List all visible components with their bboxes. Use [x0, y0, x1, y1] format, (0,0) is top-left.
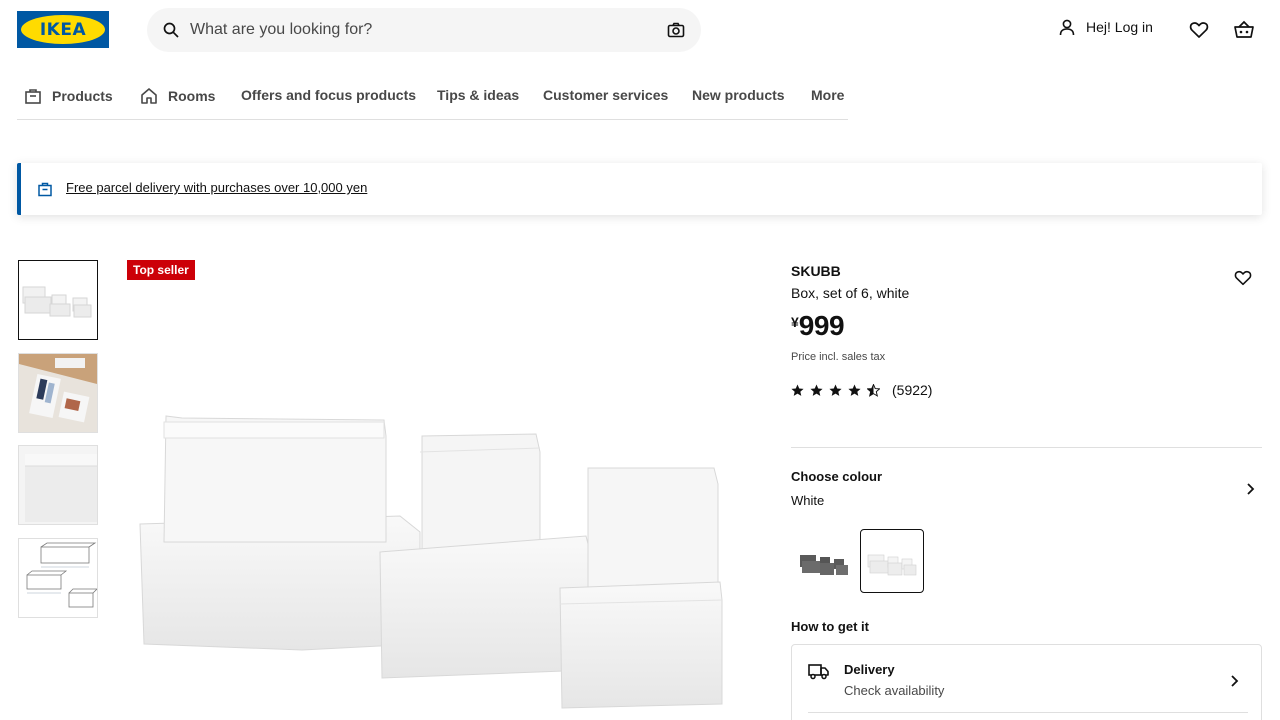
- nav-label-tips: Tips & ideas: [437, 87, 520, 103]
- product-description: Box, set of 6, white: [791, 285, 910, 301]
- search-icon: [163, 22, 179, 38]
- thumbnail-2[interactable]: [18, 353, 98, 433]
- nav-item-offers[interactable]: Offers and focus products: [241, 87, 416, 103]
- search-bar[interactable]: What are you looking for?: [147, 8, 701, 52]
- logo-text: IKEA: [39, 19, 87, 40]
- dark-grey-boxes-image: [800, 555, 848, 575]
- thumbnail-drawer-image: [19, 354, 97, 432]
- nav-label-new-products: New products: [692, 87, 785, 103]
- nav-item-more[interactable]: More: [811, 87, 844, 103]
- star-full-icon: [829, 384, 842, 396]
- thumbnail-closeup-image: [19, 446, 97, 524]
- ikea-logo[interactable]: IKEA: [17, 11, 109, 48]
- nav-label-offers: Offers and focus products: [241, 87, 417, 103]
- star-half-icon: [867, 383, 880, 397]
- login-label: Hej! Log in: [1086, 19, 1153, 35]
- logo-oval: IKEA: [21, 15, 105, 44]
- price-note: Price incl. sales tax: [791, 351, 886, 363]
- truck-icon: [808, 664, 829, 680]
- delivery-title: Delivery: [844, 662, 895, 677]
- nav-label-products: Products: [52, 88, 113, 104]
- nav-label-more: More: [811, 87, 845, 103]
- colour-title: Choose colour: [791, 469, 883, 484]
- price-currency: ¥: [791, 314, 799, 330]
- user-icon: [1059, 19, 1075, 36]
- chevron-right-icon[interactable]: [1227, 674, 1241, 688]
- search-input[interactable]: What are you looking for?: [190, 21, 372, 39]
- thumbnail-1[interactable]: [18, 260, 98, 340]
- login-link[interactable]: Hej! Log in: [1058, 18, 1153, 36]
- thumbnail-3[interactable]: [18, 445, 98, 525]
- white-boxes-image: [867, 554, 917, 576]
- rating-stars[interactable]: (5922): [791, 382, 932, 398]
- nav-item-customer-services[interactable]: Customer services: [543, 87, 668, 103]
- nav-item-rooms[interactable]: Rooms: [140, 87, 215, 105]
- nav-item-products[interactable]: Products: [24, 87, 113, 105]
- thumbnail-dimensions-image: [26, 542, 97, 608]
- delivery-divider: [808, 712, 1248, 713]
- product-name: SKUBB: [791, 263, 841, 279]
- how-to-get-it-title: How to get it: [791, 619, 869, 634]
- colour-selected: White: [791, 493, 825, 508]
- wishlist-heart-icon[interactable]: [1189, 20, 1209, 40]
- banner-link[interactable]: Free parcel delivery with purchases over…: [66, 180, 367, 195]
- cart-icon[interactable]: [1233, 19, 1255, 41]
- house-icon: [141, 88, 157, 104]
- nav-item-new-products[interactable]: New products: [692, 87, 785, 103]
- favourite-heart-icon[interactable]: [1234, 269, 1252, 287]
- delivery-subtitle: Check availability: [844, 683, 945, 698]
- price-amount: 999: [798, 310, 845, 341]
- shopping-bag-icon: [25, 89, 41, 104]
- nav-label-rooms: Rooms: [168, 88, 216, 104]
- camera-icon[interactable]: [667, 21, 685, 39]
- star-full-icon: [810, 384, 823, 396]
- nav-item-tips[interactable]: Tips & ideas: [437, 87, 519, 103]
- shopping-bag-icon: [38, 182, 52, 197]
- delivery-option[interactable]: Delivery Check availability: [791, 644, 1262, 720]
- star-full-icon: [848, 384, 861, 396]
- chevron-right-icon[interactable]: [1243, 482, 1257, 496]
- delivery-banner: Free parcel delivery with purchases over…: [17, 163, 1262, 215]
- product-image: [139, 415, 723, 709]
- colour-swatch-dark-grey[interactable]: [792, 529, 856, 593]
- thumbnail-boxes-image: [22, 286, 92, 318]
- thumbnail-4[interactable]: [18, 538, 98, 618]
- star-full-icon: [791, 384, 804, 396]
- nav-label-customer-services: Customer services: [543, 87, 669, 103]
- review-count[interactable]: (5922): [892, 382, 932, 398]
- main-nav: Products Rooms Offers and focus products…: [17, 74, 848, 120]
- section-divider: [791, 447, 1262, 448]
- product-price: ¥ 999: [791, 310, 845, 342]
- top-seller-badge: Top seller: [127, 260, 195, 280]
- colour-swatch-white[interactable]: [860, 529, 924, 593]
